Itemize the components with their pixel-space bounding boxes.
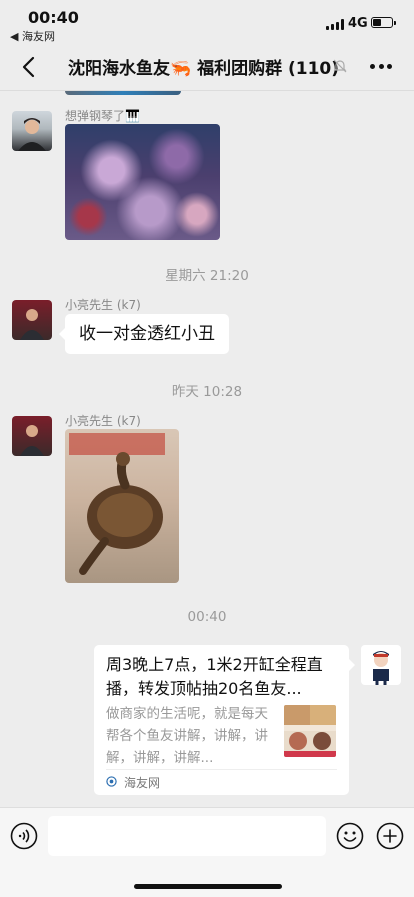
bell-off-icon (333, 59, 347, 73)
avatar[interactable] (12, 111, 52, 151)
avatar[interactable] (12, 416, 52, 456)
chat-header: 沈阳海水鱼友🦐 福利团购群 (110) (0, 44, 414, 91)
emoji-icon[interactable] (336, 822, 364, 850)
message-timestamp: 昨天 10:28 (171, 384, 243, 400)
link-card-source: 海友网 (124, 776, 161, 790)
image-message[interactable] (65, 124, 220, 240)
sender-name: 小亮先生 (k7) (65, 414, 141, 428)
more-icon[interactable] (370, 64, 392, 70)
message-timestamp: 00:40 (187, 609, 227, 625)
image-message[interactable] (65, 429, 179, 583)
sender-name: 小亮先生 (k7) (65, 298, 141, 312)
status-time: 00:40 (28, 8, 79, 27)
network-type: 4G (348, 16, 368, 31)
avatar[interactable] (12, 300, 52, 340)
cellular-signal-icon (326, 19, 344, 30)
chevron-left-icon[interactable] (18, 54, 42, 80)
voice-icon[interactable] (10, 822, 38, 850)
link-card-message[interactable]: 周3晚上7点，1米2开缸全程直播，转发顶帖抽20名鱼友... 做商家的生活呢，就… (94, 645, 355, 795)
status-bar: 00:40 ◀ 海友网 4G (0, 0, 414, 44)
link-card-title: 周3晚上7点，1米2开缸全程直播，转发顶帖抽20名鱼友... (106, 655, 323, 698)
self-avatar[interactable] (361, 645, 401, 685)
previous-image-message[interactable] (65, 91, 181, 95)
back-to-app-link[interactable]: ◀ 海友网 (10, 28, 55, 44)
battery-icon (371, 17, 396, 28)
message-list[interactable]: 想弹钢琴了🎹 星期六 21:20 小亮先生 (k7) 收一对金透红小丑 昨天 1… (0, 91, 414, 807)
text-message-bubble[interactable]: 收一对金透红小丑 (59, 314, 229, 354)
chat-title: 沈阳海水鱼友🦐 福利团购群 (110) (68, 59, 340, 79)
home-indicator[interactable] (134, 884, 282, 889)
compass-icon (106, 776, 117, 787)
link-card-thumbnail (284, 705, 336, 757)
message-timestamp: 星期六 21:20 (165, 268, 249, 284)
link-card-description: 做商家的生活呢，就是每天帮各个鱼友讲解，讲解，讲解，讲解，讲解... (106, 706, 268, 766)
plus-icon[interactable] (376, 822, 404, 850)
divider (106, 769, 337, 770)
message-input[interactable] (48, 816, 326, 856)
sender-name: 想弹钢琴了🎹 (65, 109, 140, 123)
